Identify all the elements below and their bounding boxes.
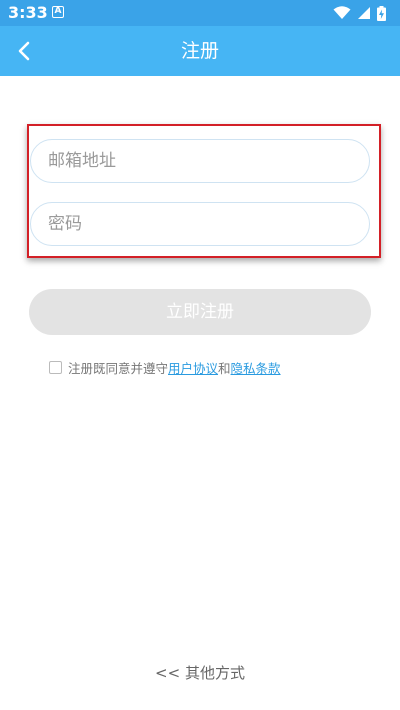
battery-charging-icon	[377, 5, 386, 21]
email-input[interactable]	[30, 139, 370, 183]
agreement-checkbox[interactable]	[49, 360, 62, 374]
status-bar: 3:33 A	[0, 0, 400, 26]
password-input[interactable]	[30, 202, 370, 246]
agreement-and-text: 和	[218, 360, 231, 376]
app-bar: 注册	[0, 26, 400, 76]
cellular-signal-icon	[358, 7, 370, 19]
other-methods-link[interactable]: << 其他方式	[0, 662, 400, 684]
privacy-terms-link[interactable]: 隐私条款	[231, 358, 281, 377]
user-agreement-link[interactable]: 用户协议	[168, 358, 218, 377]
agreement-prefix-text: 注册既同意并遵守	[68, 360, 169, 376]
wifi-icon	[333, 6, 351, 19]
agreement-row: 注册既同意并遵守 用户协议 和 隐私条款	[49, 357, 281, 377]
notification-a-icon: A	[52, 6, 64, 18]
status-time: 3:33	[8, 3, 48, 22]
register-button[interactable]: 立即注册	[29, 289, 371, 335]
page-title: 注册	[180, 40, 219, 62]
status-icons	[333, 5, 386, 21]
